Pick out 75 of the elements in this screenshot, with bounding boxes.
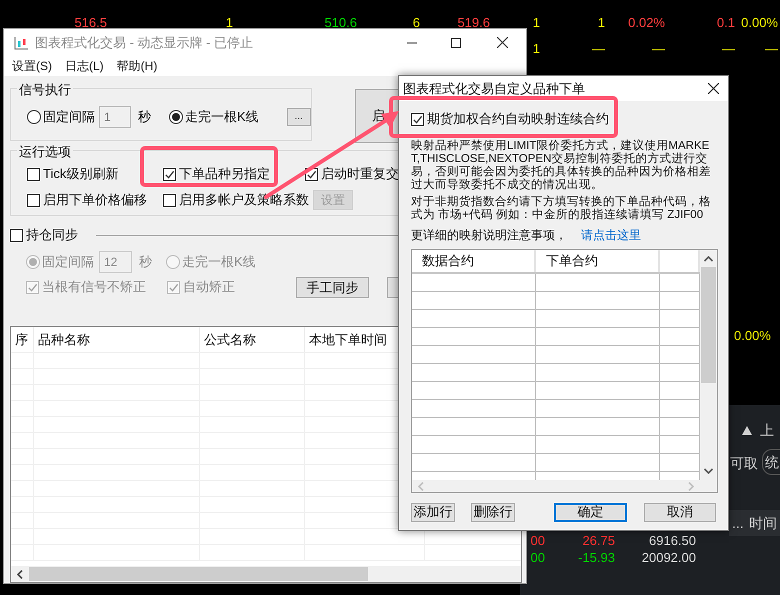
quote-value: — [722, 40, 735, 58]
radio-label: 走完一根K线 [182, 253, 256, 272]
quote-value: 1 [598, 14, 605, 32]
checkbox-label: 持仓同步 [26, 226, 78, 244]
quote-value: 1 [532, 40, 540, 58]
column-header: 下单合约 [536, 250, 660, 272]
menu-item[interactable]: 日志(L) [64, 57, 105, 75]
dialog-button[interactable]: 添加行 [411, 502, 455, 522]
unit-label: 秒 [138, 108, 151, 126]
table-cell-text: 00 [530, 532, 545, 550]
checkbox-label: 启用下单价格偏移 [43, 191, 147, 210]
triangle-icon [742, 426, 752, 434]
more-button[interactable]: ... [286, 108, 311, 126]
column-header: 时间 [746, 510, 780, 536]
column-header: 序 [11, 327, 34, 352]
checkbox-label: 自动矫正 [183, 278, 235, 296]
table-cell-text: 26.75 [581, 532, 615, 550]
quote-value: 516.5 [74, 14, 107, 32]
details-text: 更详细的映射说明注意事项， [411, 227, 567, 244]
radio-label: 固定间隔 [42, 253, 94, 272]
quote-value: 0.02% [628, 14, 665, 32]
instruction-text: 对于非期货指数合约请下方填写转换的下单品种代码，格式为 市场+代码 例如：中金所的股指连续请填写 ZJIF00 [411, 196, 712, 222]
quote-value: 6 [412, 14, 420, 32]
checkbox[interactable] [27, 168, 40, 180]
quote-value: — [765, 40, 778, 58]
close-icon[interactable] [497, 37, 508, 48]
checkbox[interactable] [163, 168, 176, 180]
table-cell-text: 20092.00 [640, 549, 696, 567]
table-cell-text: -15.93 [577, 549, 615, 567]
column-header: 公式名称 [200, 327, 305, 352]
checkbox[interactable] [27, 194, 40, 206]
dialog-title: 图表程式化交易自定义品种下单 [403, 80, 585, 98]
quote-value: 510.6 [324, 14, 357, 32]
table-cell-text: 6916.50 [648, 532, 696, 550]
scrollbar-thumb[interactable] [701, 267, 716, 383]
warning-text: 映射品种严禁使用LIMIT限价委托方式，建议使用MARKET,THISCLOSE,NEXTOPEN交易控制符委托的方式进行交易，否则可能会因为委托的具体转换的品种因为价格相差过大而导致委托不成交的情况出现。 [411, 140, 712, 192]
quote-value: — [592, 40, 605, 58]
filter-pill[interactable]: 统 [762, 449, 780, 475]
candlestick-icon [13, 34, 29, 50]
column-header: 数据合约 [412, 250, 536, 272]
checkbox-label: 下单品种另指定 [179, 165, 270, 184]
checkbox-label: 期货加权合约自动映射连续合约 [427, 110, 609, 128]
quote-value: 1 [226, 14, 233, 32]
quote-value: 0.00% [734, 327, 771, 345]
menu-item[interactable]: 帮助(H) [116, 57, 158, 75]
close-icon[interactable] [708, 83, 719, 94]
dialog-button[interactable]: 确定 [554, 502, 627, 522]
menu-item[interactable]: 设置(S) [11, 57, 53, 75]
quote-value: 1 [532, 14, 540, 32]
quote-value: 519.6 [457, 14, 490, 32]
market-tab[interactable]: 上 [760, 420, 774, 440]
radio-label: 固定间隔 [43, 108, 95, 126]
unit-label: 秒 [139, 253, 152, 272]
quote-value: — [652, 40, 665, 58]
radio-button[interactable] [27, 110, 41, 124]
checkbox-label: 当根有信号不矫正 [42, 278, 146, 296]
table-cell-text: 00 [530, 549, 545, 567]
account-label: 可取 [730, 454, 758, 473]
scrollbar-thumb[interactable] [29, 567, 368, 581]
column-header: 品种名称 [34, 327, 200, 352]
horizontal-scrollbar[interactable] [11, 566, 521, 582]
quote-value: 0.1 [716, 14, 735, 32]
checkbox-label: Tick级别刷新 [43, 165, 118, 184]
details-link[interactable]: 请点击这里 [581, 226, 641, 244]
checkbox[interactable] [163, 194, 176, 206]
quote-value: 0.00% [741, 14, 778, 32]
column-header: ... [729, 510, 747, 536]
radio-button[interactable] [169, 110, 183, 124]
checkbox-label: 启动时重复交 [321, 165, 399, 184]
dialog-button[interactable]: 删除行 [470, 502, 516, 522]
maximize-icon[interactable] [451, 38, 461, 48]
window-title: 图表程式化交易 - 动态显示牌 - 已停止 [35, 34, 254, 52]
radio-label: 走完一根K线 [185, 108, 259, 126]
dialog-button[interactable]: 取消 [644, 502, 716, 522]
checkbox[interactable] [411, 112, 424, 126]
